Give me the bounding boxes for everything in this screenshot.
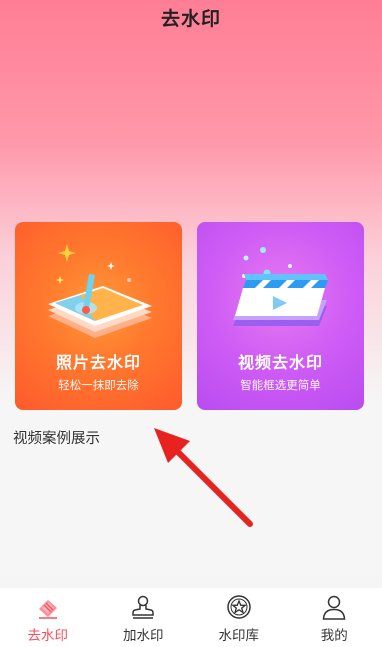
photo-card-title: 照片去水印 (55, 353, 141, 372)
tab-mine[interactable]: 我的 (287, 588, 382, 647)
tab-label: 加水印 (123, 628, 164, 644)
eraser-icon (38, 600, 57, 619)
page-title: 去水印 (160, 8, 221, 30)
photo-card-subtitle: 轻松一抹即去除 (58, 378, 139, 392)
video-clapper-icon (233, 247, 328, 326)
video-remove-watermark-card[interactable]: 视频去水印 智能框选更简单 (197, 222, 364, 410)
video-examples-heading: 视频案例展示 (13, 431, 100, 447)
screen: 去水印 照片去水印 轻松一抹即去除 视频去水印 智能框选更简单 视频案例展示 去… (0, 0, 382, 647)
tab-label: 水印库 (218, 628, 260, 644)
user-icon (322, 595, 346, 620)
bottom-tab-bar: 去水印 加水印 水印库 我的 (0, 588, 382, 647)
tab-label: 去水印 (27, 628, 69, 644)
tab-label: 我的 (320, 628, 348, 644)
stamp-icon (132, 595, 154, 619)
photo-remove-watermark-card[interactable]: 照片去水印 轻松一抹即去除 (15, 222, 182, 410)
video-card-subtitle: 智能框选更简单 (240, 378, 321, 392)
tab-add-watermark[interactable]: 加水印 (96, 588, 192, 647)
video-card-title: 视频去水印 (237, 353, 323, 372)
tab-remove-watermark[interactable]: 去水印 (0, 588, 96, 647)
seal-star-icon (227, 595, 251, 619)
photo-edit-icon (48, 244, 152, 338)
tab-watermark-library[interactable]: 水印库 (191, 588, 287, 647)
